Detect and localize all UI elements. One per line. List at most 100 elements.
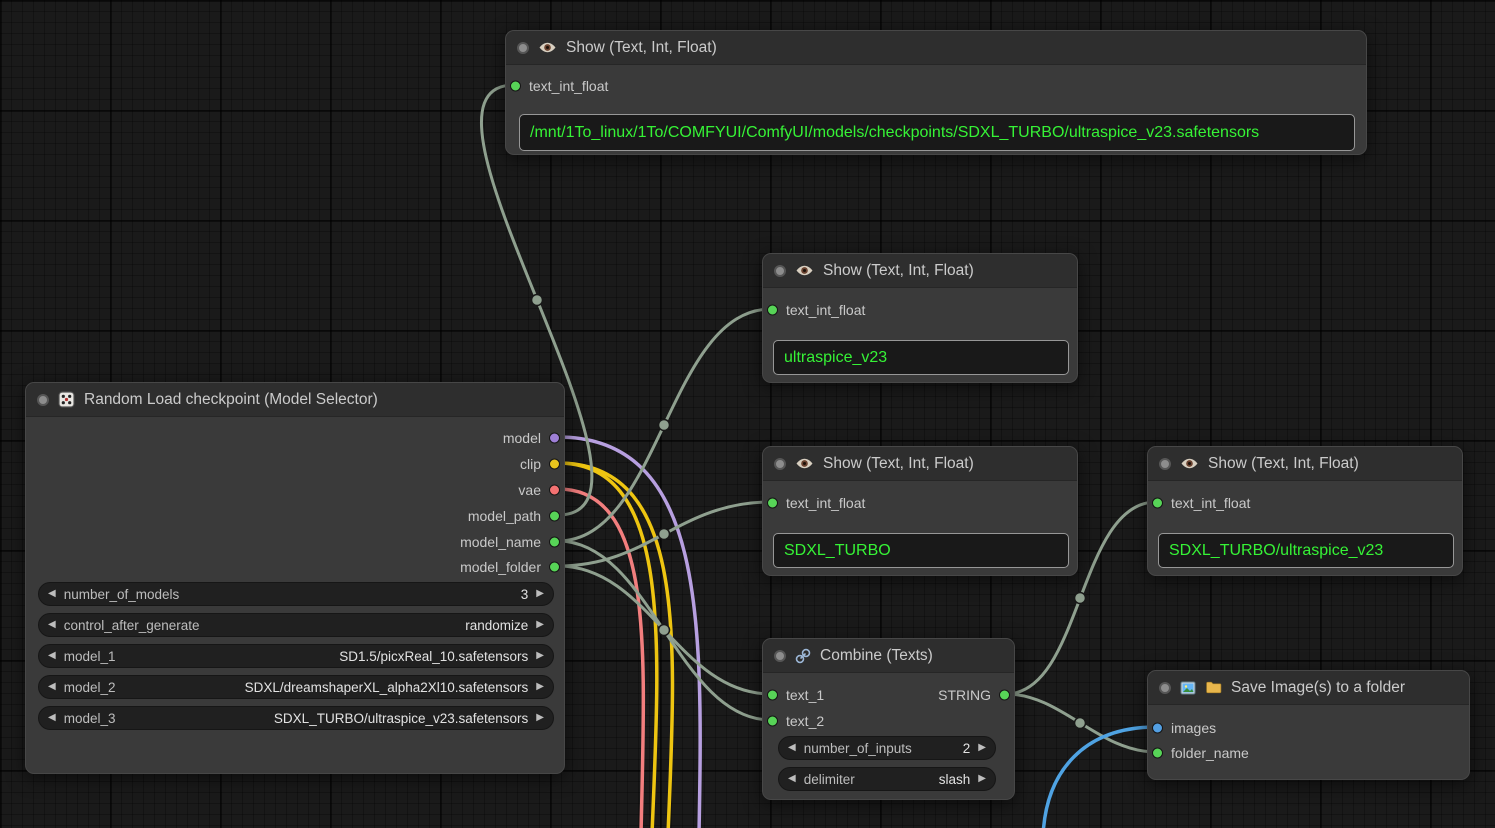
collapse-dot[interactable] [1159, 682, 1171, 694]
text-display[interactable]: SDXL_TURBO [773, 533, 1069, 568]
decrement-arrow-icon[interactable]: ◀ [48, 651, 56, 661]
eye-icon [1180, 457, 1199, 470]
text-display[interactable]: SDXL_TURBO/ultraspice_v23 [1158, 533, 1454, 568]
widget-model-1[interactable]: ◀ model_1 SD1.5/picxReal_10.safetensors … [38, 644, 554, 668]
node-save-images-to-folder[interactable]: Save Image(s) to a folder images folder_… [1147, 670, 1470, 780]
decrement-arrow-icon[interactable]: ◀ [48, 589, 56, 599]
widget-number-of-models[interactable]: ◀ number_of_models 3 ▶ [38, 582, 554, 606]
node-title-bar[interactable]: Save Image(s) to a folder [1148, 671, 1469, 705]
node-show-combined[interactable]: Show (Text, Int, Float) text_int_float S… [1147, 446, 1463, 576]
collapse-dot[interactable] [1159, 458, 1171, 470]
input-slot-folder-name[interactable] [1152, 748, 1163, 759]
folder-icon [1205, 680, 1222, 695]
input-slot-text-1[interactable] [767, 690, 778, 701]
input-slot-label: text_int_float [786, 495, 865, 511]
collapse-dot[interactable] [774, 265, 786, 277]
widget-delimiter[interactable]: ◀ delimiter slash ▶ [778, 767, 996, 791]
node-show-path[interactable]: Show (Text, Int, Float) text_int_float /… [505, 30, 1367, 155]
node-title-bar[interactable]: Combine (Texts) [763, 639, 1014, 673]
output-slot-row: model_folder [26, 554, 564, 580]
dice-icon [58, 391, 75, 408]
eye-icon [795, 457, 814, 470]
link-midpoint-dot [532, 295, 543, 306]
output-slot-clip[interactable] [549, 459, 560, 470]
text-display[interactable]: ultraspice_v23 [773, 340, 1069, 375]
increment-arrow-icon[interactable]: ▶ [978, 774, 986, 784]
node-title-bar[interactable]: Show (Text, Int, Float) [763, 447, 1077, 481]
text-display[interactable]: /mnt/1To_linux/1To/COMFYUI/ComfyUI/model… [519, 114, 1355, 151]
node-title-bar[interactable]: Random Load checkpoint (Model Selector) [26, 383, 564, 417]
output-slot-model-name[interactable] [549, 537, 560, 548]
image-icon [1180, 680, 1196, 696]
increment-arrow-icon[interactable]: ▶ [536, 713, 544, 723]
widget-value: SDXL/dreamshaperXL_alpha2Xl10.safetensor… [245, 680, 529, 695]
increment-arrow-icon[interactable]: ▶ [978, 743, 986, 753]
node-combine-texts[interactable]: Combine (Texts) text_1 STRING text_2 ◀ n… [762, 638, 1015, 800]
link-midpoint-dot [659, 625, 670, 636]
output-slot-model[interactable] [549, 433, 560, 444]
input-slot-label: text_int_float [1171, 495, 1250, 511]
output-slot-label: model_name [460, 534, 541, 550]
node-show-folder[interactable]: Show (Text, Int, Float) text_int_float S… [762, 446, 1078, 576]
widget-name: model_2 [64, 680, 116, 695]
output-slot-string[interactable] [999, 690, 1010, 701]
output-slot-model-folder[interactable] [549, 562, 560, 573]
node-title: Show (Text, Int, Float) [1208, 455, 1359, 473]
node-random-load-checkpoint[interactable]: Random Load checkpoint (Model Selector) … [25, 382, 565, 774]
link-midpoint-dot [659, 529, 670, 540]
output-slot-vae[interactable] [549, 485, 560, 496]
widget-name: model_3 [64, 711, 116, 726]
input-slot-row: text_int_float [1148, 490, 1462, 516]
input-slot-row: text_int_float [763, 490, 1077, 516]
output-slot-label: clip [520, 456, 541, 472]
widget-model-2[interactable]: ◀ model_2 SDXL/dreamshaperXL_alpha2Xl10.… [38, 675, 554, 699]
link-icon [795, 648, 811, 664]
input-slot-row: text_int_float [763, 297, 1077, 323]
output-slot-model-path[interactable] [549, 511, 560, 522]
widget-model-3[interactable]: ◀ model_3 SDXL_TURBO/ultraspice_v23.safe… [38, 706, 554, 730]
output-slot-label: model_folder [460, 559, 541, 575]
increment-arrow-icon[interactable]: ▶ [536, 620, 544, 630]
increment-arrow-icon[interactable]: ▶ [536, 589, 544, 599]
input-slot-label: text_2 [786, 713, 824, 729]
input-slot-text-int-float[interactable] [510, 81, 521, 92]
output-slot-label: model_path [468, 508, 541, 524]
input-slot-label: text_1 [786, 687, 824, 703]
eye-icon [795, 264, 814, 277]
input-slot-text-int-float[interactable] [767, 305, 778, 316]
decrement-arrow-icon[interactable]: ◀ [788, 774, 796, 784]
widget-control-after-generate[interactable]: ◀ control_after_generate randomize ▶ [38, 613, 554, 637]
input-slot-label: text_int_float [529, 78, 608, 94]
output-slot-label: STRING [938, 687, 991, 703]
collapse-dot[interactable] [517, 42, 529, 54]
output-slot-label: vae [518, 482, 541, 498]
collapse-dot[interactable] [37, 394, 49, 406]
decrement-arrow-icon[interactable]: ◀ [788, 743, 796, 753]
widget-value: randomize [465, 618, 528, 633]
collapse-dot[interactable] [774, 650, 786, 662]
decrement-arrow-icon[interactable]: ◀ [48, 620, 56, 630]
node-title-bar[interactable]: Show (Text, Int, Float) [506, 31, 1366, 65]
decrement-arrow-icon[interactable]: ◀ [48, 713, 56, 723]
input-slot-images[interactable] [1152, 723, 1163, 734]
node-title: Show (Text, Int, Float) [566, 39, 717, 57]
input-slot-row: images [1148, 715, 1469, 741]
output-slot-label: model [503, 430, 541, 446]
node-title-bar[interactable]: Show (Text, Int, Float) [763, 254, 1077, 288]
output-slot-row: model_name [26, 529, 564, 555]
input-slot-text-int-float[interactable] [1152, 498, 1163, 509]
input-slot-text-2[interactable] [767, 716, 778, 727]
node-title-bar[interactable]: Show (Text, Int, Float) [1148, 447, 1462, 481]
widget-value: 2 [963, 741, 971, 756]
widget-number-of-inputs[interactable]: ◀ number_of_inputs 2 ▶ [778, 736, 996, 760]
input-slot-text-int-float[interactable] [767, 498, 778, 509]
node-show-name[interactable]: Show (Text, Int, Float) text_int_float u… [762, 253, 1078, 383]
collapse-dot[interactable] [774, 458, 786, 470]
output-slot-row: model_path [26, 503, 564, 529]
decrement-arrow-icon[interactable]: ◀ [48, 682, 56, 692]
widget-value: 3 [521, 587, 529, 602]
increment-arrow-icon[interactable]: ▶ [536, 651, 544, 661]
increment-arrow-icon[interactable]: ▶ [536, 682, 544, 692]
widget-value: SD1.5/picxReal_10.safetensors [339, 649, 528, 664]
input-slot-row: text_2 [763, 708, 1014, 734]
